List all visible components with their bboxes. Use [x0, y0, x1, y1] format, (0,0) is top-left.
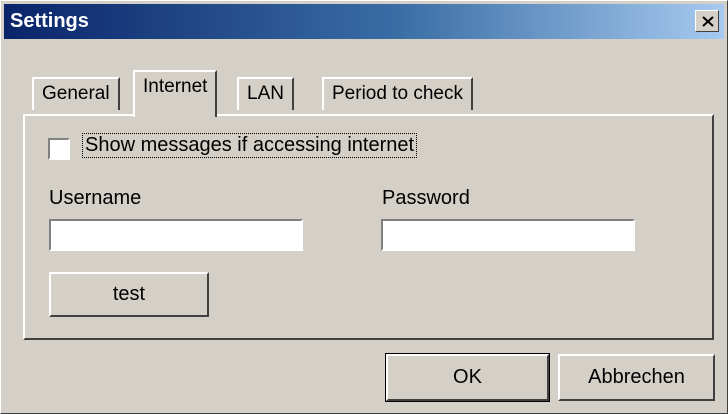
ok-button-label: OK — [453, 366, 482, 388]
window-title: Settings — [10, 10, 89, 32]
tab-lan[interactable]: LAN — [237, 77, 294, 110]
username-field[interactable] — [49, 219, 303, 251]
tab-general-label: General — [42, 83, 110, 104]
tab-internet[interactable]: Internet — [133, 70, 218, 117]
tab-lan-label: LAN — [247, 83, 284, 104]
test-button-label: test — [112, 283, 146, 305]
password-label: Password — [382, 187, 470, 209]
close-button[interactable] — [695, 10, 719, 32]
cancel-button[interactable]: Abbrechen — [558, 354, 715, 401]
tab-general[interactable]: General — [32, 77, 120, 110]
ok-button[interactable]: OK — [385, 353, 550, 402]
password-field[interactable] — [381, 219, 635, 251]
title-bar[interactable]: Settings — [4, 4, 724, 39]
show-messages-label[interactable]: Show messages if accessing internet — [81, 133, 418, 158]
tab-period-to-check[interactable]: Period to check — [322, 77, 473, 110]
username-label: Username — [49, 187, 142, 209]
tab-period-to-check-label: Period to check — [332, 83, 463, 104]
close-icon — [702, 16, 714, 27]
show-messages-checkbox[interactable] — [48, 138, 70, 160]
tab-internet-label: Internet — [143, 76, 208, 97]
test-button[interactable]: test — [49, 272, 209, 317]
cancel-button-label: Abbrechen — [588, 366, 685, 388]
